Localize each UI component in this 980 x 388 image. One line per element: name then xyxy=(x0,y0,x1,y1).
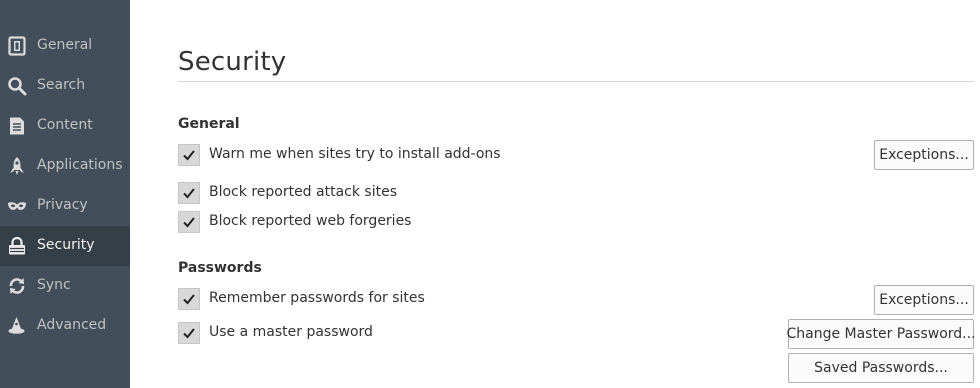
security-pane: Security General Warn me when sites try … xyxy=(130,0,980,388)
warn-addons-label[interactable]: Warn me when sites try to install add-on… xyxy=(209,146,501,162)
sidebar-item-label: Security xyxy=(37,237,95,253)
sidebar-item-content[interactable]: Content xyxy=(0,106,130,146)
sidebar-item-security[interactable]: Security xyxy=(0,226,130,266)
saved-passwords-button[interactable]: Saved Passwords... xyxy=(788,353,974,383)
sidebar: General Search Content Applications Priv… xyxy=(0,0,130,388)
sidebar-item-sync[interactable]: Sync xyxy=(0,266,130,306)
sidebar-item-label: General xyxy=(37,37,93,53)
sidebar-item-label: Search xyxy=(37,77,86,93)
remember-passwords-label[interactable]: Remember passwords for sites xyxy=(209,290,425,306)
applications-icon xyxy=(7,156,27,176)
master-password-label[interactable]: Use a master password xyxy=(209,324,373,340)
privacy-mask-icon xyxy=(7,196,27,216)
sidebar-item-advanced[interactable]: Advanced xyxy=(0,306,130,346)
page-title: Security xyxy=(178,47,287,78)
block-forgeries-checkbox[interactable] xyxy=(178,211,200,233)
sidebar-item-label: Advanced xyxy=(37,317,107,333)
password-exceptions-button[interactable]: Exceptions... xyxy=(874,285,974,315)
sidebar-item-label: Sync xyxy=(37,277,71,293)
block-forgeries-label[interactable]: Block reported web forgeries xyxy=(209,213,411,229)
sync-icon xyxy=(7,276,27,296)
general-icon xyxy=(7,36,27,56)
security-lock-icon xyxy=(7,236,27,256)
sidebar-item-label: Privacy xyxy=(37,197,88,213)
block-attack-label[interactable]: Block reported attack sites xyxy=(209,184,397,200)
checkmark-icon xyxy=(183,150,195,161)
remember-passwords-checkbox[interactable] xyxy=(178,288,200,310)
content-icon xyxy=(7,116,27,136)
master-password-checkbox[interactable] xyxy=(178,322,200,344)
checkmark-icon xyxy=(183,328,195,339)
general-section-heading: General xyxy=(178,116,240,132)
change-master-password-button[interactable]: Change Master Password... xyxy=(786,319,976,349)
addon-exceptions-button[interactable]: Exceptions... xyxy=(874,140,974,170)
advanced-wizard-icon xyxy=(7,316,27,336)
search-icon xyxy=(7,76,27,96)
title-divider xyxy=(178,81,974,82)
block-attack-checkbox[interactable] xyxy=(178,182,200,204)
sidebar-item-applications[interactable]: Applications xyxy=(0,146,130,186)
checkmark-icon xyxy=(183,217,195,228)
warn-addons-checkbox[interactable] xyxy=(178,144,200,166)
checkmark-icon xyxy=(183,294,195,305)
passwords-section-heading: Passwords xyxy=(178,260,262,276)
sidebar-item-search[interactable]: Search xyxy=(0,66,130,106)
sidebar-item-label: Applications xyxy=(37,157,123,173)
sidebar-item-general[interactable]: General xyxy=(0,26,130,66)
sidebar-item-label: Content xyxy=(37,117,93,133)
checkmark-icon xyxy=(183,188,195,199)
sidebar-item-privacy[interactable]: Privacy xyxy=(0,186,130,226)
